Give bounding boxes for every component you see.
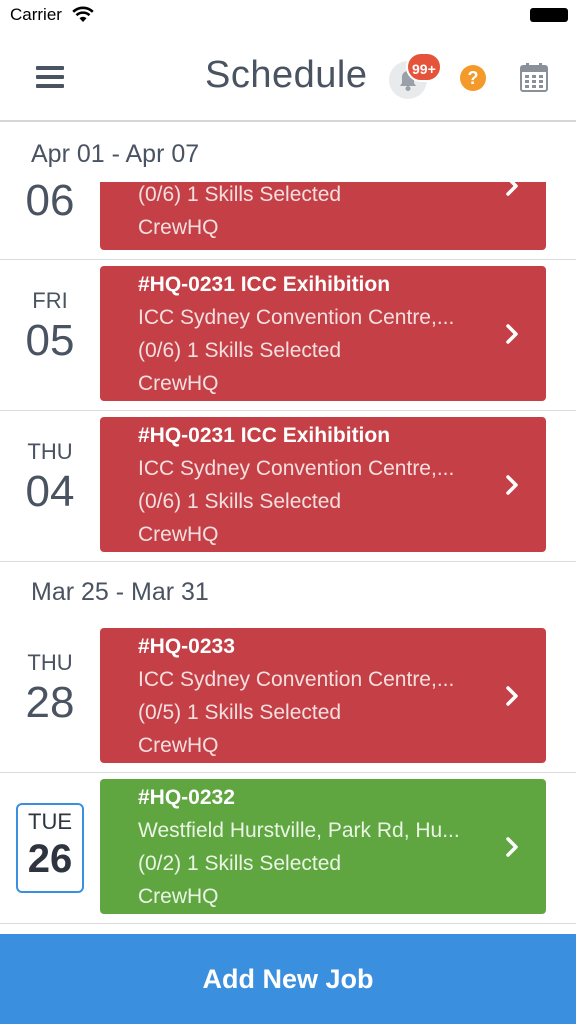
week-header: Mar 25 - Mar 31 (31, 578, 209, 606)
chevron-right-icon (506, 836, 518, 857)
carrier-label: Carrier (10, 5, 62, 24)
day-column: FRI 05 (0, 260, 100, 410)
job-title: #HQ-0233 (138, 635, 235, 658)
job-company: CrewHQ (138, 216, 219, 239)
job-skills: (0/5) 1 Skills Selected (138, 701, 342, 724)
status-bar: Carrier (0, 0, 576, 30)
job-title: #HQ-0231 ICC Exihibition (138, 424, 391, 447)
chevron-right-icon (506, 323, 518, 344)
nav-bar: Schedule 99+ ? (0, 30, 576, 122)
menu-icon[interactable] (36, 66, 64, 88)
day-column: TUE 26 (0, 773, 100, 923)
job-card[interactable]: #HQ-0232 Westfield Hurstville, Park Rd, … (100, 779, 546, 914)
job-company: CrewHQ (138, 372, 219, 395)
day-of-week: FRI (32, 288, 68, 313)
day-row: TUE 26 #HQ-0232 Westfield Hurstville, Pa… (0, 773, 576, 924)
day-number: 04 (25, 467, 75, 516)
job-company: CrewHQ (138, 885, 219, 908)
job-card[interactable]: #HQ-0231 ICC Exihibition ICC Sydney Conv… (100, 417, 546, 552)
job-location: ICC Sydney Convention Centre,... (138, 306, 455, 329)
day-row: 06 (0/6) 1 Skills Selected CrewHQ (0, 176, 576, 260)
schedule-list[interactable]: Apr 01 - Apr 07 06 (0/6) 1 Skills Select… (0, 124, 576, 934)
chevron-right-icon (506, 176, 518, 196)
day-number: 26 (27, 837, 73, 881)
day-of-week: THU (27, 439, 73, 464)
job-card[interactable]: #HQ-0231 ICC Exihibition ICC Sydney Conv… (100, 266, 546, 401)
day-of-week: THU (27, 650, 73, 675)
notification-badge: 99+ (406, 52, 442, 82)
job-location: ICC Sydney Convention Centre,... (138, 668, 455, 691)
calendar-icon[interactable] (520, 62, 548, 92)
wifi-icon (72, 6, 94, 22)
job-card[interactable]: #HQ-0233 ICC Sydney Convention Centre,..… (100, 628, 546, 763)
day-number: 05 (25, 316, 75, 365)
job-title: #HQ-0232 (138, 786, 235, 809)
help-icon[interactable]: ? (460, 65, 486, 91)
day-row: THU 04 #HQ-0231 ICC Exihibition ICC Sydn… (0, 411, 576, 562)
day-column: 06 (0, 176, 100, 259)
job-company: CrewHQ (138, 734, 219, 757)
chevron-right-icon (506, 474, 518, 495)
job-title: #HQ-0231 ICC Exihibition (138, 273, 391, 296)
today-indicator: TUE 26 (16, 803, 84, 893)
battery-icon (530, 8, 568, 22)
job-location: Westfield Hurstville, Park Rd, Hu... (138, 819, 460, 842)
day-column: THU 28 (0, 622, 100, 772)
job-skills: (0/6) 1 Skills Selected (138, 183, 342, 206)
week-header: Apr 01 - Apr 07 (31, 140, 200, 168)
job-skills: (0/6) 1 Skills Selected (138, 339, 342, 362)
day-number: 28 (25, 678, 75, 727)
day-number: 06 (25, 176, 75, 225)
page-title: Schedule (205, 54, 368, 96)
day-row: FRI 05 #HQ-0231 ICC Exihibition ICC Sydn… (0, 260, 576, 411)
job-company: CrewHQ (138, 523, 219, 546)
day-row: THU 28 #HQ-0233 ICC Sydney Convention Ce… (0, 622, 576, 773)
job-skills: (0/2) 1 Skills Selected (138, 852, 342, 875)
job-card[interactable]: (0/6) 1 Skills Selected CrewHQ (100, 176, 546, 250)
day-column: THU 04 (0, 411, 100, 561)
day-of-week: TUE (28, 809, 72, 834)
add-new-job-button[interactable]: Add New Job (0, 934, 576, 1024)
chevron-right-icon (506, 685, 518, 706)
job-skills: (0/6) 1 Skills Selected (138, 490, 342, 513)
job-location: ICC Sydney Convention Centre,... (138, 457, 455, 480)
